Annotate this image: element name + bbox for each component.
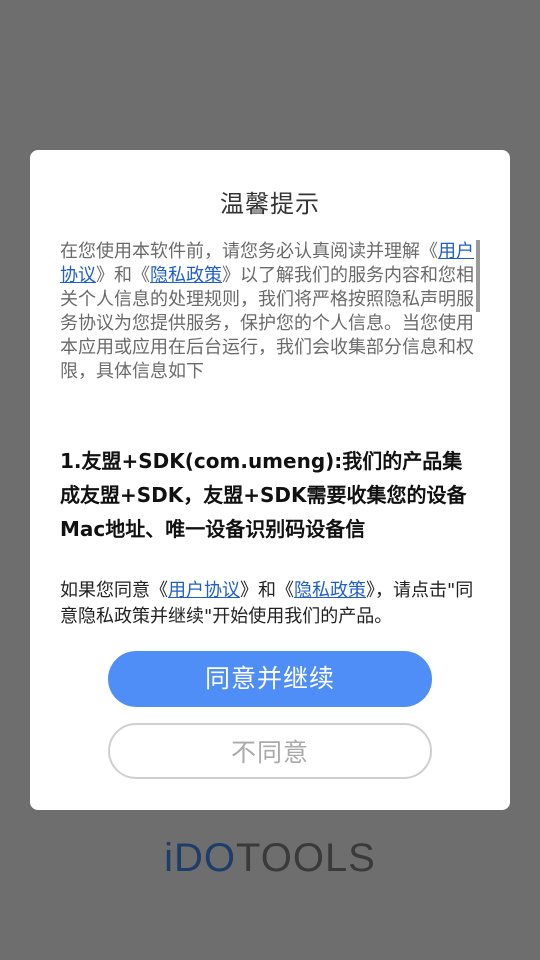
intro-text: 在您使用本软件前，请您务必认真阅读并理解《用户协议》和《隐私政策》以了解我们的服…: [60, 240, 474, 384]
dialog-title: 温馨提示: [220, 190, 320, 218]
consent-prefix: 如果您同意《: [60, 580, 168, 601]
brand-logo: iDOTOOLS: [0, 836, 540, 881]
agreement-scroll-area[interactable]: 在您使用本软件前，请您务必认真阅读并理解《用户协议》和《隐私政策》以了解我们的服…: [60, 240, 480, 550]
logo-rest-text: TOOLS: [236, 836, 376, 880]
agree-button[interactable]: 同意并继续: [108, 651, 432, 707]
consent-user-agreement-link[interactable]: 用户协议: [168, 580, 240, 601]
consent-middle: 》和《: [240, 580, 294, 601]
consent-text: 如果您同意《用户协议》和《隐私政策》，请点击"同意隐私政策并继续"开始使用我们的…: [60, 578, 482, 630]
scrollbar[interactable]: [476, 240, 480, 312]
privacy-dialog: 温馨提示 在您使用本软件前，请您务必认真阅读并理解《用户协议》和《隐私政策》以了…: [30, 150, 510, 810]
consent-privacy-policy-link[interactable]: 隐私政策: [294, 580, 366, 601]
scrollbar-thumb[interactable]: [476, 240, 480, 312]
disagree-button[interactable]: 不同意: [108, 723, 432, 779]
privacy-policy-link[interactable]: 隐私政策: [150, 265, 222, 286]
intro-middle: 》和《: [96, 265, 150, 286]
sdk-section-1: 1.友盟+SDK(com.umeng):我们的产品集成友盟+SDK，友盟+SDK…: [60, 449, 467, 541]
intro-prefix: 在您使用本软件前，请您务必认真阅读并理解《: [60, 241, 438, 262]
logo-accent-text: iDO: [164, 836, 236, 880]
agreement-content: 在您使用本软件前，请您务必认真阅读并理解《用户协议》和《隐私政策》以了解我们的服…: [60, 240, 480, 546]
